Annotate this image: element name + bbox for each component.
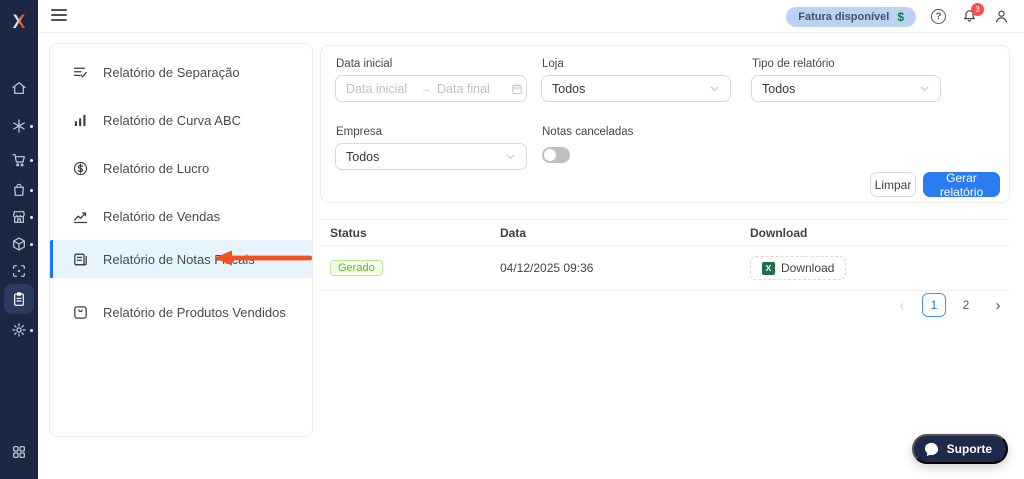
report-filters-panel: Data inicial Loja Tipo de relatório Empr…: [320, 45, 1010, 203]
sidebar-item-lucro[interactable]: Relatório de Lucro: [50, 149, 312, 187]
trend-chart-icon: [73, 211, 88, 223]
user-profile-icon[interactable]: [993, 8, 1010, 25]
sidebar-item-notas-fiscais[interactable]: Relatório de Notas Fiscais: [50, 240, 312, 278]
store-icon[interactable]: [7, 205, 33, 229]
excel-file-icon: X: [762, 261, 775, 275]
date-range-label: Data inicial: [336, 58, 393, 70]
date-cell: 04/12/2025 09:36: [500, 261, 594, 275]
pagination-page-1[interactable]: 1: [922, 293, 946, 317]
reports-sidebar: Relatório de Separação Relatório de Curv…: [49, 43, 313, 437]
store-select[interactable]: Todos: [541, 75, 731, 102]
sidebar-item-separacao[interactable]: Relatório de Separação: [50, 53, 312, 91]
reports-clipboard-icon[interactable]: [4, 284, 34, 314]
dollar-circle-icon: [73, 161, 88, 175]
brand-logo[interactable]: X: [0, 12, 38, 34]
sidebar-item-label: Relatório de Curva ABC: [103, 112, 242, 128]
column-header-status: Status: [330, 225, 367, 240]
column-header-data: Data: [500, 225, 527, 240]
icon-rail: X: [0, 0, 38, 479]
date-range-picker[interactable]: →: [335, 75, 527, 102]
cart-icon[interactable]: [7, 148, 33, 172]
report-type-label: Tipo de relatório: [752, 58, 835, 70]
status-cell: Gerado: [330, 246, 383, 290]
page: X Fatura disponível $ ? 3 Relatório de S…: [0, 0, 1024, 479]
chevron-down-icon: [505, 151, 516, 162]
apps-grid-icon[interactable]: [7, 440, 31, 464]
menu-toggle-icon[interactable]: [51, 9, 67, 23]
date-end-input[interactable]: [437, 81, 505, 96]
help-icon[interactable]: ?: [931, 9, 946, 24]
modules-icon[interactable]: [7, 114, 33, 138]
pagination-next-icon[interactable]: ›: [986, 293, 1010, 317]
sidebar-item-produtos-vendidos[interactable]: Relatório de Produtos Vendidos: [50, 293, 312, 331]
package-icon[interactable]: [7, 232, 33, 256]
download-button-label: Download: [781, 261, 835, 275]
chevron-down-icon: [709, 83, 720, 94]
list-check-icon: [73, 67, 87, 77]
range-arrow-icon: →: [420, 82, 431, 95]
pagination-prev-icon[interactable]: ‹: [890, 293, 914, 317]
pagination-page-2[interactable]: 2: [954, 293, 978, 317]
support-button[interactable]: Suporte: [911, 434, 1008, 464]
gear-icon[interactable]: [7, 318, 33, 342]
support-button-label: Suporte: [946, 442, 992, 456]
report-type-select-value: Todos: [762, 81, 796, 96]
calendar-icon: [511, 83, 523, 95]
company-label: Empresa: [336, 126, 383, 138]
invoice-document-icon: [74, 253, 87, 265]
cancelled-notes-toggle[interactable]: [542, 147, 570, 163]
sidebar-item-curva-abc[interactable]: Relatório de Curva ABC: [50, 101, 312, 139]
sidebar-item-label: Relatório de Produtos Vendidos: [103, 304, 286, 320]
dollar-icon: $: [897, 9, 904, 24]
notifications-bell-icon[interactable]: 3: [961, 3, 984, 25]
cancelled-notes-label: Notas canceladas: [542, 126, 634, 138]
home-icon[interactable]: [7, 76, 31, 100]
clear-filters-button[interactable]: Limpar: [870, 172, 916, 197]
store-select-value: Todos: [552, 81, 586, 96]
company-select-value: Todos: [346, 149, 380, 164]
store-label: Loja: [542, 58, 564, 70]
chat-bubble-icon: [924, 442, 938, 456]
scan-icon[interactable]: [7, 259, 31, 283]
download-button[interactable]: X Download: [750, 256, 847, 280]
sidebar-item-label: Relatório de Separação: [103, 64, 240, 80]
generate-report-button[interactable]: Gerar relatório: [923, 171, 1000, 199]
column-header-download: Download: [750, 225, 808, 240]
pagination: ‹ 1 2 ›: [890, 293, 1010, 317]
table-header-row: Status Data Download: [320, 219, 1010, 246]
table-row: Gerado 04/12/2025 09:36 X Download: [320, 246, 1010, 291]
report-type-select[interactable]: Todos: [751, 75, 941, 102]
sold-products-icon: [74, 305, 87, 319]
download-cell: X Download: [750, 246, 847, 290]
top-bar: Fatura disponível $ ? 3: [38, 0, 1024, 33]
company-select[interactable]: Todos: [335, 143, 527, 170]
status-badge: Gerado: [330, 260, 383, 276]
notification-count-badge: 3: [971, 3, 984, 16]
shopping-bag-icon[interactable]: [7, 178, 33, 202]
date-start-input[interactable]: [346, 81, 414, 96]
invoice-available-pill[interactable]: Fatura disponível $: [786, 6, 916, 27]
bar-chart-icon: [74, 114, 86, 126]
sidebar-item-label: Relatório de Notas Fiscais: [103, 251, 255, 267]
sidebar-item-label: Relatório de Lucro: [103, 160, 210, 176]
sidebar-item-label: Relatório de Vendas: [103, 208, 221, 224]
invoice-pill-label: Fatura disponível: [798, 10, 890, 23]
sidebar-item-vendas[interactable]: Relatório de Vendas: [50, 197, 312, 235]
chevron-down-icon: [919, 83, 930, 94]
